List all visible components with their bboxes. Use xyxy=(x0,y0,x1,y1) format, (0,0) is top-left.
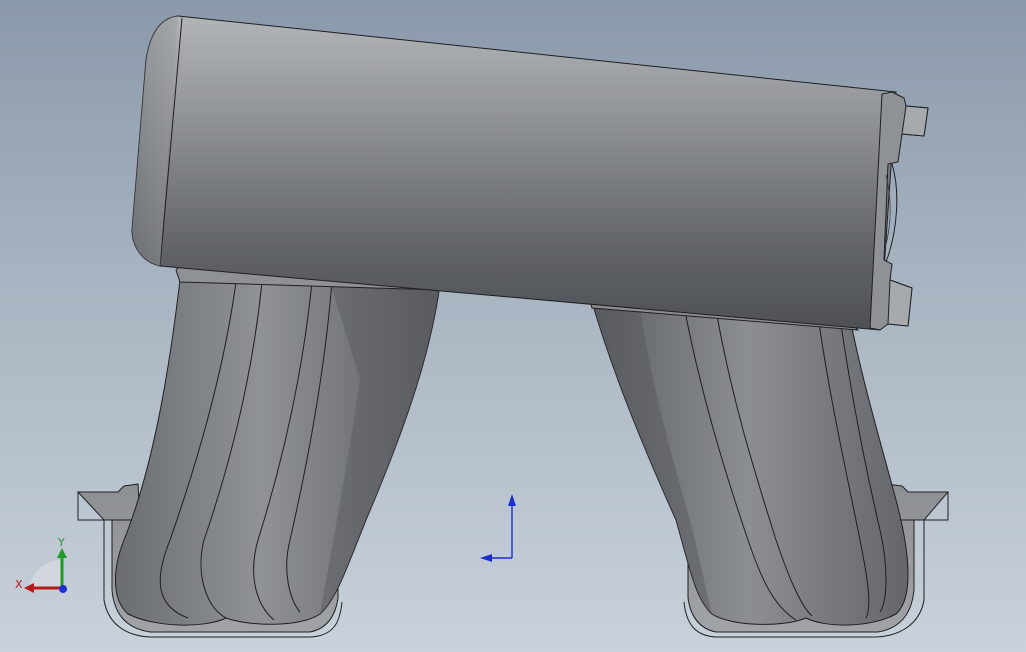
origin-marker-arrow-up xyxy=(508,494,516,506)
triad-shadow xyxy=(30,560,62,590)
model-view[interactable]: Y X xyxy=(0,0,1026,652)
triad-y-label: Y xyxy=(57,536,65,549)
left-runner-group[interactable] xyxy=(76,249,442,638)
right-runner-group[interactable] xyxy=(589,289,950,638)
triad-x-label: X xyxy=(15,578,23,591)
triad-z-axis xyxy=(59,585,67,593)
graphics-viewport[interactable]: Y X xyxy=(0,0,1026,652)
origin-marker-arrow-left xyxy=(480,554,492,562)
origin-marker xyxy=(480,494,516,562)
triad-y-arrow xyxy=(57,548,67,558)
reference-triad[interactable]: Y X xyxy=(15,536,67,593)
triad-x-arrow xyxy=(24,583,34,593)
